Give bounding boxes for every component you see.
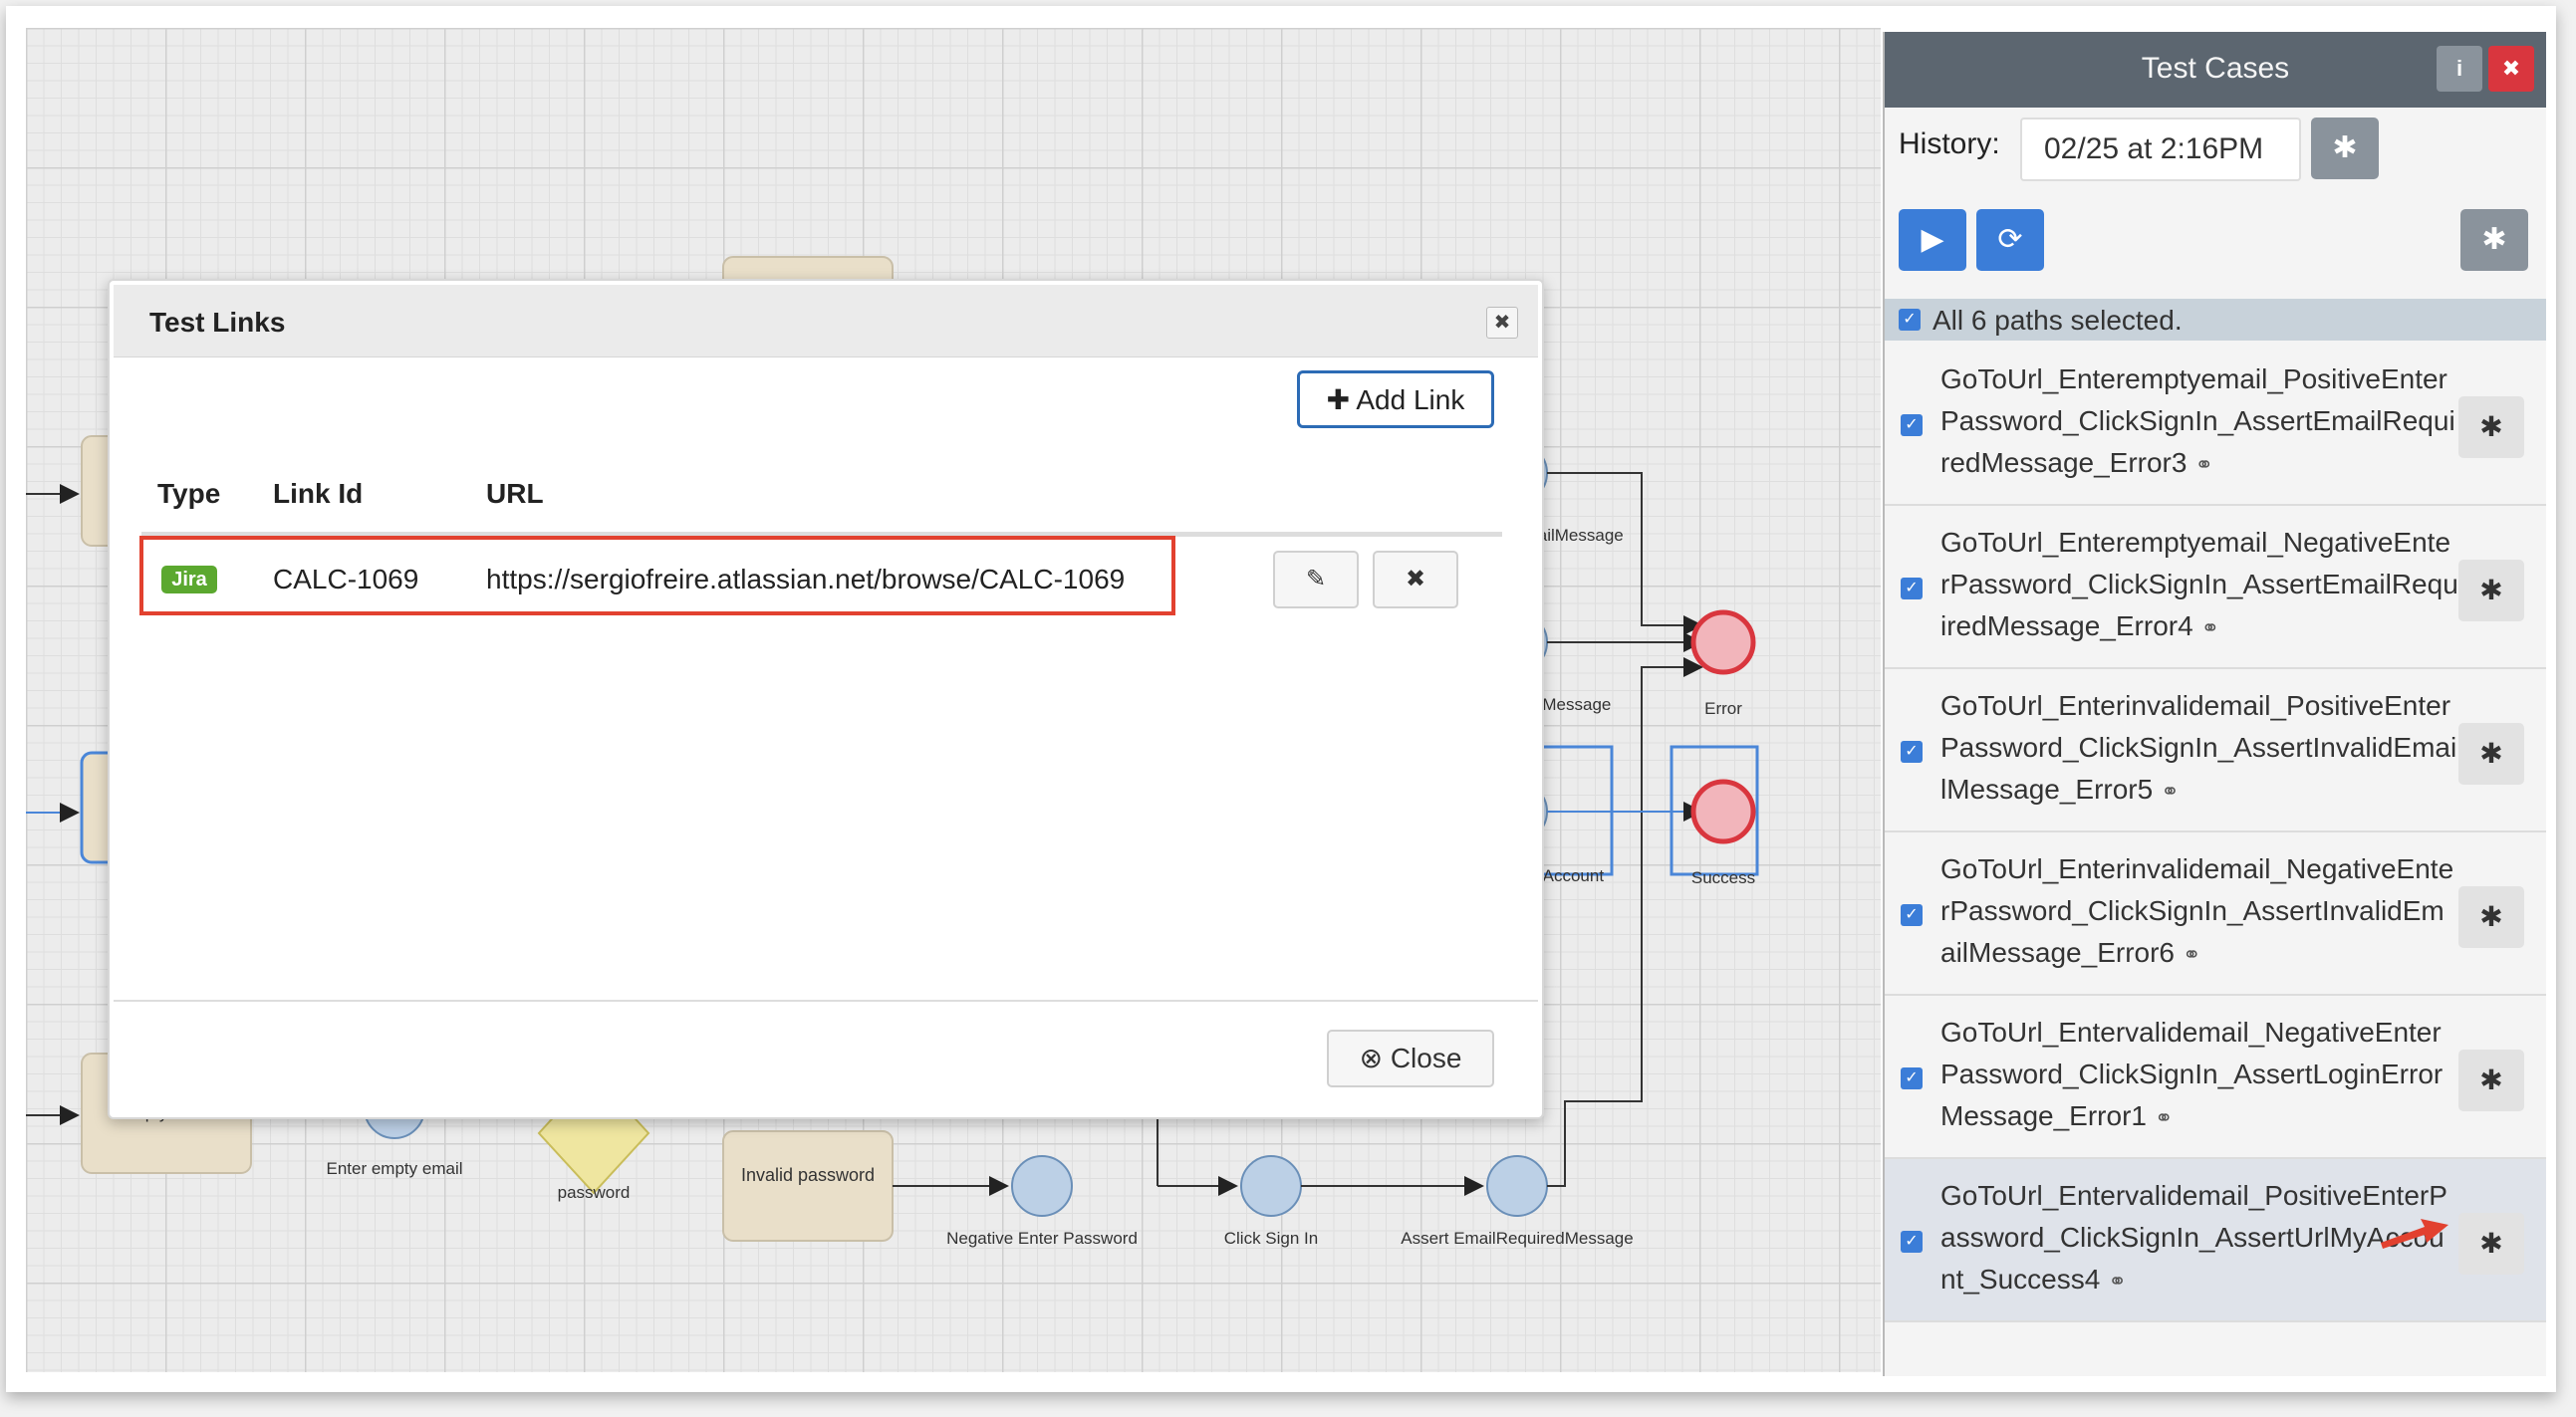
- link-icon: ⚭: [2200, 615, 2220, 640]
- delete-icon: ✖: [1405, 566, 1426, 592]
- path-checkbox[interactable]: ✓: [1901, 904, 1923, 926]
- gear-icon: ✱: [2479, 575, 2503, 605]
- play-icon: ▶: [1921, 223, 1944, 256]
- path-item[interactable]: ✓ GoToUrl_Enterinvalidemail_PositiveEnte…: [1885, 669, 2546, 832]
- path-item[interactable]: ✓ GoToUrl_Enteremptyemail_PositiveEnterP…: [1885, 343, 2546, 506]
- history-label: History:: [1899, 127, 2000, 160]
- gear-icon: ✱: [2479, 1064, 2503, 1095]
- node-label: Click Sign In: [1223, 1229, 1319, 1248]
- edit-link-button[interactable]: ✎: [1273, 551, 1359, 608]
- history-settings-button[interactable]: ✱: [2311, 118, 2379, 179]
- gear-icon: ✱: [2332, 131, 2358, 164]
- path-item[interactable]: ✓ GoToUrl_Enteremptyemail_NegativeEnterP…: [1885, 506, 2546, 669]
- gear-icon: ✱: [2479, 738, 2503, 769]
- delete-link-button[interactable]: ✖: [1373, 551, 1458, 608]
- select-all-checkbox[interactable]: ✓: [1899, 309, 1921, 331]
- info-icon[interactable]: i: [2437, 46, 2482, 92]
- path-checkbox[interactable]: ✓: [1901, 1067, 1923, 1089]
- gear-icon: ✱: [2479, 411, 2503, 442]
- link-url-cell[interactable]: https://sergiofreire.atlassian.net/brows…: [486, 564, 1125, 595]
- link-icon: ⚭: [2183, 942, 2201, 967]
- close-circle-icon: ⊗: [1359, 1043, 1384, 1073]
- modal-footer-divider: [114, 1000, 1538, 1002]
- panel-settings-button[interactable]: ✱: [2460, 209, 2528, 271]
- close-label: Close: [1390, 1043, 1462, 1073]
- success-end-node[interactable]: [1690, 779, 1756, 844]
- link-icon: ⚭: [2154, 1105, 2174, 1130]
- refresh-icon: ⟳: [1997, 223, 2023, 256]
- test-cases-panel: Test Cases i ✖ History: 02/25 at 2:16PM …: [1883, 32, 2546, 1376]
- path-name: GoToUrl_Entervalidemail_NegativeEnterPas…: [1940, 1017, 2444, 1131]
- modal-title: Test Links: [149, 307, 286, 338]
- node-label: Enter empty email: [326, 1159, 463, 1178]
- error-end-node[interactable]: [1690, 609, 1756, 675]
- link-id-cell: CALC-1069: [273, 564, 419, 594]
- test-links-modal: Test Links ✖ ✚ Add Link Type Link Id URL…: [108, 279, 1544, 1119]
- node-label: Invalid password: [740, 1165, 876, 1185]
- path-name: GoToUrl_Enterinvalidemail_PositiveEnterP…: [1940, 690, 2457, 805]
- path-settings-button[interactable]: ✱: [2458, 1213, 2524, 1275]
- refresh-button[interactable]: ⟳: [1976, 209, 2044, 271]
- column-header-type: Type: [157, 478, 221, 509]
- select-all-bar[interactable]: ✓ All 6 paths selected.: [1885, 299, 2546, 341]
- assert-email-required-node[interactable]: [1486, 1155, 1548, 1217]
- annotation-arrow-icon: [2381, 1219, 2448, 1249]
- path-name: GoToUrl_Entervalidemail_PositiveEnterPas…: [1940, 1180, 2447, 1295]
- path-checkbox[interactable]: ✓: [1901, 414, 1923, 436]
- path-settings-button[interactable]: ✱: [2458, 886, 2524, 948]
- invalid-password-box[interactable]: [722, 1130, 894, 1242]
- panel-header: Test Cases i ✖: [1885, 32, 2546, 108]
- gear-icon: ✱: [2479, 901, 2503, 932]
- close-button[interactable]: ⊗ Close: [1327, 1030, 1494, 1087]
- path-checkbox[interactable]: ✓: [1901, 1231, 1923, 1253]
- negative-enter-password-node[interactable]: [1011, 1155, 1073, 1217]
- plus-icon: ✚: [1326, 384, 1351, 415]
- add-link-button[interactable]: ✚ Add Link: [1297, 370, 1494, 428]
- link-type-badge: Jira: [161, 566, 217, 593]
- path-settings-button[interactable]: ✱: [2458, 560, 2524, 621]
- gear-icon: ✱: [2481, 223, 2507, 256]
- path-item[interactable]: ✓ GoToUrl_Enterinvalidemail_NegativeEnte…: [1885, 832, 2546, 996]
- column-header-link-id: Link Id: [273, 478, 364, 509]
- path-settings-button[interactable]: ✱: [2458, 723, 2524, 785]
- path-name: GoToUrl_Enteremptyemail_NegativeEnterPas…: [1940, 527, 2458, 641]
- link-icon: ⚭: [2108, 1269, 2127, 1294]
- add-link-label: Add Link: [1356, 384, 1465, 415]
- path-checkbox[interactable]: ✓: [1901, 578, 1923, 599]
- gear-icon: ✱: [2479, 1228, 2503, 1259]
- node-label: Success: [1690, 868, 1756, 887]
- history-select[interactable]: 02/25 at 2:16PM: [2020, 118, 2301, 181]
- link-icon: ⚭: [2161, 779, 2180, 804]
- modal-header: Test Links ✖: [114, 285, 1538, 357]
- path-checkbox[interactable]: ✓: [1901, 741, 1923, 763]
- click-sign-in-node[interactable]: [1240, 1155, 1302, 1217]
- column-header-url: URL: [486, 478, 544, 509]
- node-label: password: [557, 1183, 631, 1202]
- path-item[interactable]: ✓ GoToUrl_Entervalidemail_NegativeEnterP…: [1885, 996, 2546, 1159]
- path-settings-button[interactable]: ✱: [2458, 396, 2524, 458]
- edit-icon: ✎: [1305, 566, 1327, 592]
- path-settings-button[interactable]: ✱: [2458, 1050, 2524, 1111]
- close-icon[interactable]: ✖: [1486, 307, 1518, 339]
- node-label: Error: [1704, 699, 1742, 718]
- panel-close-icon[interactable]: ✖: [2488, 46, 2534, 92]
- select-all-label: All 6 paths selected.: [1932, 305, 2183, 336]
- node-label: Negative Enter Password: [946, 1229, 1138, 1248]
- run-button[interactable]: ▶: [1899, 209, 1966, 271]
- link-icon: ⚭: [2194, 452, 2213, 477]
- node-label: Assert EmailRequiredMessage: [1401, 1229, 1634, 1248]
